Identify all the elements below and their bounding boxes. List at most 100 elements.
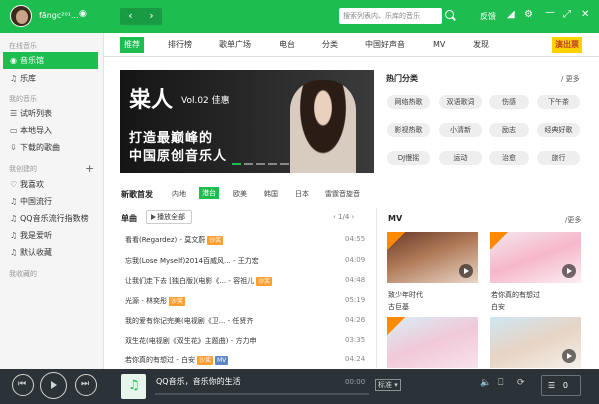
sidebar-item-favorites[interactable]: ♡ 我喜欢 [3,176,98,193]
song-row[interactable]: 看看(Regardez) - 莫文蔚 沙奖 [125,235,224,245]
elapsed-time: 00:00 [345,378,366,386]
playlist-button[interactable]: ☰ 0 [541,375,581,396]
filter-western[interactable]: 欧美 [233,189,247,199]
progress-bar[interactable] [155,393,369,395]
carousel-dots[interactable] [232,163,289,165]
play-all-button[interactable]: 播放全部 [146,210,192,224]
song-row[interactable]: 我的爱有你记完美(电视剧《卫... - 任贤齐 [125,316,253,326]
category-tag[interactable]: 双语歌词 [439,95,482,109]
mv-thumbnail[interactable] [490,232,581,283]
tab-mv[interactable]: MV [433,37,445,53]
mv-more-link[interactable]: /更多 [565,215,581,225]
sidebar-item-downloads[interactable]: ⇩ 下载的歌曲 [3,139,98,156]
now-playing-title: QQ音乐，音乐你的生活 [156,377,241,386]
mv-item-artist[interactable]: 白安 [491,302,505,312]
mv-badge[interactable]: MV [215,356,229,365]
song-row[interactable]: 双生花(电视剧《双生花》主题曲) - 方力申 [125,336,256,346]
category-tag[interactable]: 经典好歌 [537,123,580,137]
tab-playlists[interactable]: 歌单广场 [219,37,251,53]
categories-more-link[interactable]: / 更多 [561,74,580,84]
forward-button[interactable]: › [141,8,162,25]
download-icon: ⇩ [10,143,17,152]
volume-icon[interactable]: 🔈 [480,378,491,388]
mv-item-title[interactable]: 致少年时代 [388,290,423,300]
mv-thumbnail[interactable] [387,317,478,368]
sidebar-item-playlist[interactable]: ♫ 默认收藏 [3,244,98,261]
sidebar-item-trial-list[interactable]: ☰ 试听列表 [3,105,98,122]
tab-charts[interactable]: 排行榜 [168,37,192,53]
search-input[interactable]: 搜索列表内、乐库的音乐 [339,8,442,24]
filter-other[interactable]: 雷霆音旋音 [325,189,360,199]
play-icon[interactable] [562,264,576,278]
mv-item-title[interactable]: 若你真的有想过 [491,290,540,300]
shrink-icon[interactable]: ⤢ [563,9,571,20]
playlist-icon: ♫ [10,197,18,206]
tab-radio[interactable]: 电台 [279,37,295,53]
category-tag[interactable]: 小清新 [439,123,482,137]
tab-tickets[interactable]: 演出票 [552,37,582,53]
avatar[interactable] [10,5,32,27]
sidebar-item-playlist[interactable]: ♫ 我是爱听 [3,227,98,244]
filter-korea[interactable]: 韩国 [264,189,278,199]
filter-japan[interactable]: 日本 [295,189,309,199]
category-tag[interactable]: 旅行 [537,151,580,165]
singles-title: 单曲 [121,214,137,223]
mv-thumbnail[interactable] [490,317,581,368]
close-icon[interactable]: ✕ [581,9,589,20]
sidebar-item-library[interactable]: ♫ 乐库 [3,70,98,87]
username[interactable]: fāngc²⁰¹... [39,11,79,20]
category-tag[interactable]: 励志 [489,123,529,137]
play-icon[interactable] [562,349,576,363]
banner-logo: 粜人 [129,87,174,113]
lyrics-icon[interactable]: ⎕ [498,378,503,388]
song-duration: 04:09 [345,256,366,264]
next-page-icon[interactable]: › [352,213,355,221]
search-icon[interactable] [445,10,454,19]
previous-button[interactable]: ⏮ [12,374,34,396]
sidebar-item-playlist[interactable]: ♫ QQ音乐流行指数榜 [3,210,98,227]
prev-page-icon[interactable]: ‹ [333,213,336,221]
gear-icon[interactable]: ⚙ [524,9,533,20]
song-row[interactable]: 若你真的有想过 - 白安 沙奖 MV [125,355,229,365]
play-icon[interactable] [459,264,473,278]
tab-recommend[interactable]: 推荐 [120,37,144,53]
quality-selector[interactable]: 标准 ▾ [375,379,401,391]
next-icon: ⏭ [81,379,90,389]
category-tag[interactable]: DJ慢摇 [387,151,430,165]
tab-voice-of-china[interactable]: 中国好声音 [365,37,405,53]
category-tag[interactable]: 运动 [439,151,482,165]
song-row[interactable]: 光源 - 林奕彤 沙奖 [125,296,185,306]
sidebar-item-music-hall[interactable]: ◉ 音乐馆 [3,52,98,69]
category-tag[interactable]: 伤感 [489,95,529,109]
album-art[interactable] [121,374,146,399]
list-icon: ☰ [10,109,18,118]
category-tag[interactable]: 网络热歌 [387,95,430,109]
sidebar-item-label: 乐库 [20,74,36,83]
mv-thumbnail[interactable] [387,232,478,283]
minimize-icon[interactable]: — [545,7,555,18]
back-button[interactable]: ‹ [120,8,141,25]
filter-hk-tw[interactable]: 港台 [199,187,219,199]
tab-discover[interactable]: 发现 [473,37,489,53]
category-tag[interactable]: 治愈 [489,151,529,165]
add-playlist-button[interactable]: + [85,162,94,175]
promo-banner[interactable]: 粜人 Vol.02 佳惠 打造最巅峰的 中国原创音乐人 [120,70,374,173]
sidebar-item-playlist[interactable]: ♫ 中国流行 [3,193,98,210]
sidebar-item-local[interactable]: ▭ 本地导入 [3,122,98,139]
feedback-button[interactable]: 反馈 [480,11,496,22]
next-button[interactable]: ⏭ [75,374,97,396]
category-tag[interactable]: 下午茶 [537,95,580,109]
song-row[interactable]: 忘我(Lose Myself)2014百威风... - 王力宏 [125,256,259,266]
new-songs-title: 新歌首发 [121,190,153,199]
sidebar-item-label: 中国流行 [20,197,52,206]
song-row[interactable]: 让我们走下去 [独白版](电影《... - 容祖儿 沙奖 [125,276,273,286]
repeat-icon[interactable]: ⟳ [517,378,525,388]
shirt-icon[interactable]: ◢ [507,9,515,20]
tab-categories[interactable]: 分类 [322,37,338,53]
page-indicator: 1/4 [338,213,350,221]
hq-badge: 沙奖 [207,236,224,245]
mv-item-artist[interactable]: 古巨基 [388,302,409,312]
category-tag[interactable]: 影视热歌 [387,123,430,137]
play-button[interactable] [40,372,67,399]
filter-mainland[interactable]: 内地 [172,189,186,199]
